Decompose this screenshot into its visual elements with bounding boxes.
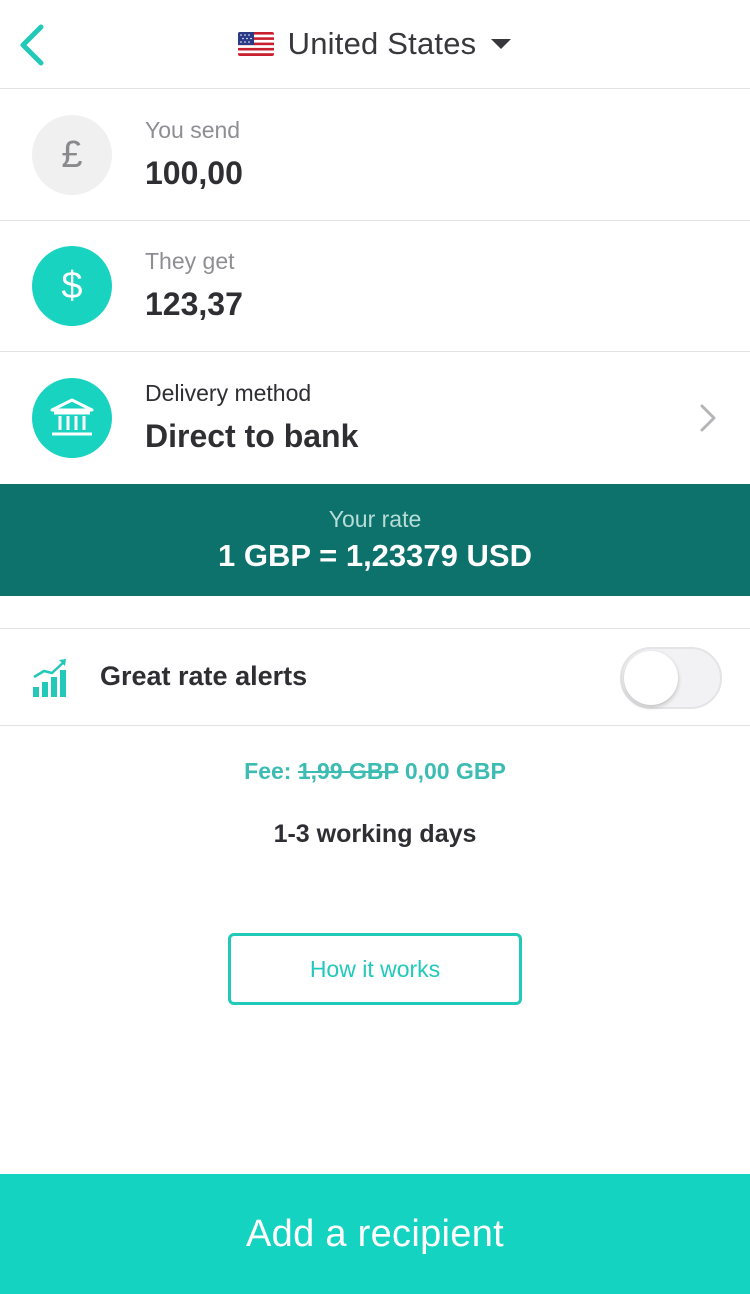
rate-label: Your rate — [328, 506, 422, 532]
fee-line: Fee: 1,99 GBP 0,00 GBP — [0, 758, 750, 785]
delivery-label: Delivery method — [145, 380, 312, 406]
rate-alerts-label: Great rate alerts — [100, 661, 308, 691]
rate-alerts-toggle[interactable] — [620, 647, 722, 709]
dollar-currency-icon: $ — [32, 246, 112, 326]
send-label: You send — [145, 117, 241, 143]
country-selector[interactable]: United States — [0, 22, 750, 66]
add-recipient-button[interactable]: Add a recipient — [0, 1174, 750, 1294]
receive-label: They get — [145, 248, 235, 274]
caret-down-icon[interactable] — [490, 37, 512, 51]
how-it-works-button[interactable]: How it works — [228, 933, 522, 1005]
send-amount-input[interactable]: 100,00 — [145, 155, 243, 192]
fee-old-amount: 1,99 GBP — [297, 758, 399, 784]
exchange-rate-banner: Your rate 1 GBP = 1,23379 USD — [0, 484, 750, 596]
fee-prefix: Fee: — [244, 758, 292, 784]
delivery-value: Direct to bank — [145, 418, 359, 454]
us-flag-icon — [237, 32, 274, 56]
send-amount-row[interactable]: £ You send 100,00 — [0, 89, 750, 221]
receive-amount-input[interactable]: 123,37 — [145, 286, 243, 323]
delivery-method-row[interactable]: Delivery method Direct to bank — [0, 352, 750, 484]
pound-currency-icon: £ — [32, 115, 112, 195]
toggle-knob — [624, 651, 678, 705]
rate-alerts-row: Great rate alerts — [0, 628, 750, 726]
country-name[interactable]: United States — [288, 26, 477, 62]
fee-new-amount: 0,00 GBP — [404, 758, 506, 784]
bank-icon — [32, 378, 112, 458]
add-recipient-label: Add a recipient — [246, 1212, 504, 1255]
delivery-time: 1-3 working days — [273, 820, 477, 848]
rate-value: 1 GBP = 1,23379 USD — [218, 538, 532, 573]
chevron-right-icon[interactable] — [696, 402, 720, 434]
top-bar: United States — [0, 0, 750, 89]
receive-amount-row[interactable]: $ They get 123,37 — [0, 220, 750, 352]
chart-trend-icon — [33, 659, 66, 697]
